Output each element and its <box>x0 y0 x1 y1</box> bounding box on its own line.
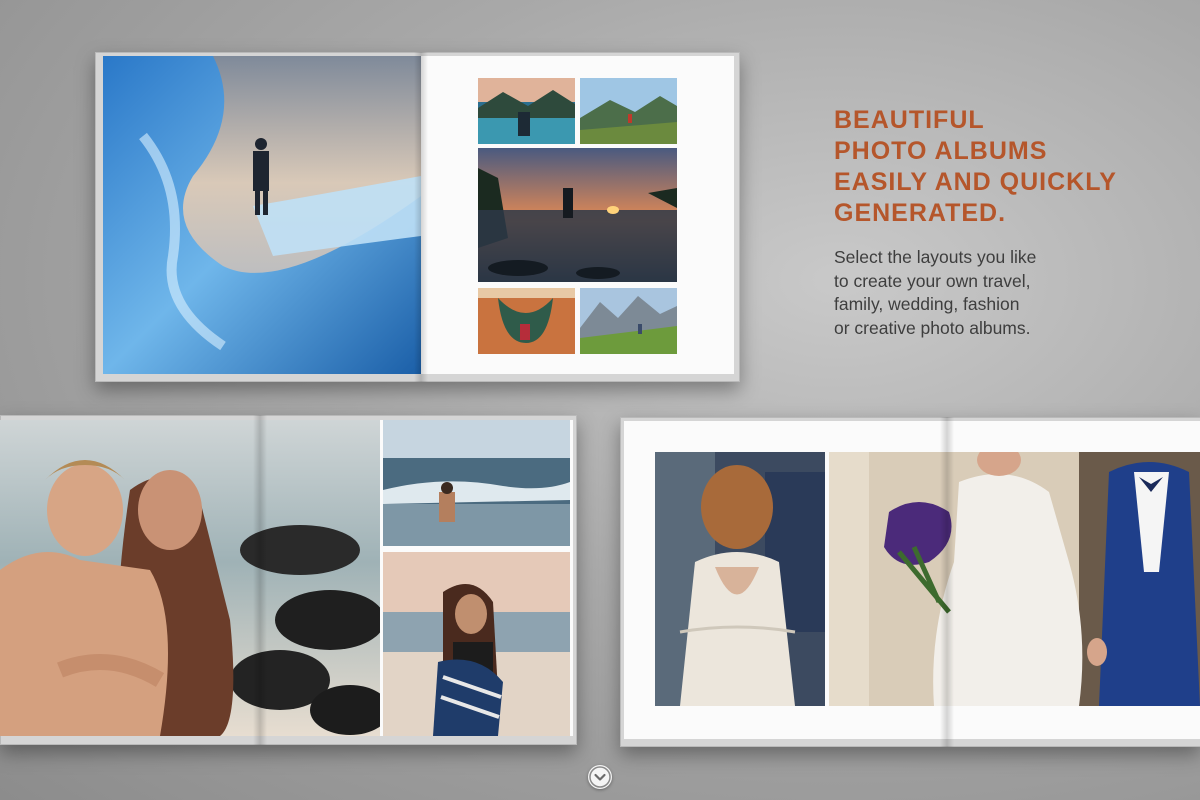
travel-album <box>95 52 740 382</box>
woman-with-towel-photo <box>383 552 570 736</box>
description-line: Select the layouts you like <box>834 247 1037 267</box>
lake-mountains-photo <box>478 78 575 144</box>
ocean-wave-photo <box>383 420 570 546</box>
description-line: or creative photo albums. <box>834 317 1031 338</box>
album-gutter <box>253 415 267 745</box>
headline-line: PHOTO ALBUMS <box>834 137 1048 165</box>
ice-cave-explorer-photo <box>103 56 421 374</box>
album-right-page <box>380 420 573 736</box>
album-right-page <box>421 56 734 374</box>
album-gutter <box>940 417 954 747</box>
fashion-album <box>0 415 577 745</box>
album-left-page <box>103 56 421 374</box>
album-left-page <box>0 420 380 736</box>
album-gutter <box>414 52 428 382</box>
sunset-coast-photo <box>478 148 677 282</box>
canyon-bend-photo <box>478 288 575 354</box>
album-right-page <box>624 421 1200 739</box>
bride-back-photo <box>655 452 825 706</box>
chevron-down-icon <box>589 766 611 788</box>
description-line: to create your own travel, <box>834 270 1031 291</box>
promo-description: Select the layouts you like to create yo… <box>834 246 1074 340</box>
promo-headline: BEAUTIFUL PHOTO ALBUMS EASILY AND QUICKL… <box>834 105 1174 229</box>
headline-line: GENERATED. <box>834 199 1007 227</box>
description-line: family, wedding, fashion <box>834 294 1020 314</box>
beach-couple-photo <box>0 420 380 736</box>
headline-line: BEAUTIFUL <box>834 106 985 134</box>
mountain-overlook-photo <box>580 78 677 144</box>
scroll-down-button[interactable] <box>588 765 612 789</box>
wedding-album <box>620 417 1200 747</box>
headline-line: EASILY AND QUICKLY <box>834 168 1117 196</box>
alpine-meadow-photo <box>580 288 677 354</box>
wedding-couple-photo <box>829 452 1200 706</box>
